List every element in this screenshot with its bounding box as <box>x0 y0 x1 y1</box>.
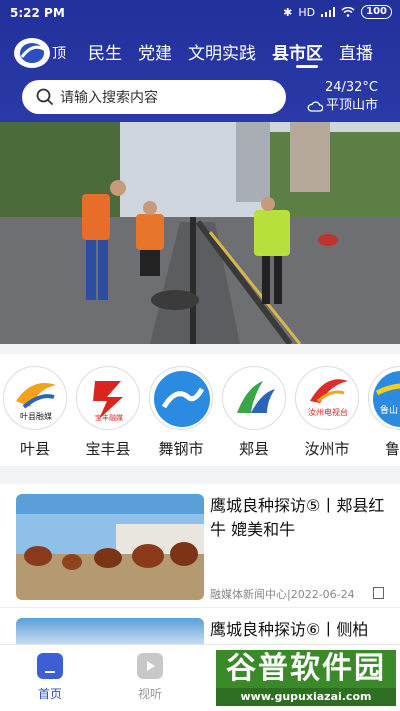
search-icon <box>36 88 54 106</box>
signal-icon <box>321 7 336 17</box>
lushan-logo-text: 鲁山 <box>379 406 398 416</box>
tab-wenming[interactable]: 文明实践 <box>180 41 264 67</box>
tab-video[interactable]: 视听 <box>120 653 180 702</box>
lushan-logo-icon: 鲁山 <box>368 366 400 430</box>
news-item[interactable]: 鹰城良种探访⑤丨郏县红牛 媲美和牛 融媒体新闻中心|2022-06-24 <box>0 484 400 608</box>
tab-county[interactable]: 县市区 <box>264 41 331 67</box>
banner-image[interactable] <box>0 122 400 344</box>
channel-name: 舞钢市 <box>158 440 204 458</box>
channel-baofeng[interactable]: 宝丰融媒 宝丰县 <box>75 366 141 459</box>
baofeng-logo-icon: 宝丰融媒 <box>76 366 140 430</box>
top-nav: 顶 民生 党建 文明实践 县市区 直播 <box>0 35 400 73</box>
active-tab-indicator <box>296 65 318 68</box>
home-icon <box>37 653 63 679</box>
battery-icon: 100 <box>361 5 392 19</box>
logo-text: 顶 <box>52 46 66 62</box>
ruzhou-logo-icon: 汝州电视台 <box>295 366 359 430</box>
document-icon <box>373 587 384 599</box>
channel-name: 叶县 <box>19 440 50 458</box>
network-type: HD <box>298 5 316 19</box>
app-header: 5:22 PM ✱ HD 100 顶 民生 党建 文明实践 县市区 直播 请输入… <box>0 0 400 122</box>
tv-icon <box>137 653 163 679</box>
watermark: 谷普软件园 www.gupuxiazai.com <box>216 650 396 708</box>
channel-ruzhou[interactable]: 汝州电视台 汝州市 <box>294 366 360 459</box>
yexian-logo-icon: 叶县融媒 <box>3 366 67 430</box>
news-title: 鹰城良种探访⑥丨侧柏 <box>210 620 369 639</box>
news-title: 鹰城良种探访⑤丨郏县红牛 媲美和牛 <box>210 496 385 539</box>
tab-video-label: 视听 <box>137 687 162 701</box>
nav-tabs: 民生 党建 文明实践 县市区 直播 <box>80 41 381 67</box>
cloud-icon <box>307 100 323 112</box>
news-thumbnail <box>16 618 204 644</box>
status-icons: ✱ HD 100 <box>283 5 392 19</box>
app-logo[interactable]: 顶 <box>12 35 66 71</box>
status-bar: 5:22 PM ✱ HD 100 <box>0 0 400 26</box>
weather-location: 平顶山市 <box>325 98 378 113</box>
news-thumbnail <box>16 494 204 600</box>
wugang-logo-icon <box>149 366 213 430</box>
tab-dangjian[interactable]: 党建 <box>130 41 180 67</box>
baofeng-logo-text: 宝丰融媒 <box>95 414 123 422</box>
channel-name: 汝州市 <box>304 440 350 458</box>
county-channels: 叶县融媒 叶县 宝丰融媒 宝丰县 舞钢市 郏县 汝州电视台 汝州市 鲁山 鲁 <box>0 354 400 466</box>
weather-temperature: 24/32°C <box>324 80 378 95</box>
channel-wugang[interactable]: 舞钢市 <box>148 366 214 459</box>
channel-lushan[interactable]: 鲁山 鲁山 <box>367 366 400 459</box>
yexian-logo-text: 叶县融媒 <box>20 412 52 421</box>
tab-minsheng[interactable]: 民生 <box>80 41 130 67</box>
channel-yexian[interactable]: 叶县融媒 叶县 <box>2 366 68 459</box>
channel-name: 宝丰县 <box>85 440 131 458</box>
search-bar[interactable]: 请输入搜索内容 <box>22 80 286 114</box>
search-placeholder: 请输入搜索内容 <box>60 90 158 106</box>
watermark-brand: 谷普软件园 <box>216 650 396 688</box>
watermark-url: www.gupuxiazai.com <box>216 688 396 706</box>
news-item[interactable]: 鹰城良种探访⑥丨侧柏 <box>0 608 400 644</box>
weather-widget[interactable]: 24/32°C 平顶山市 <box>307 79 378 115</box>
wifi-icon <box>341 7 355 17</box>
channel-name: 郏县 <box>238 440 269 458</box>
bluetooth-icon: ✱ <box>283 5 293 19</box>
tab-home[interactable]: 首页 <box>20 653 80 702</box>
news-source: 融媒体新闻中心 <box>210 588 287 601</box>
news-date: 2022-06-24 <box>290 588 355 601</box>
news-meta: 融媒体新闻中心|2022-06-24 <box>210 586 355 602</box>
channel-jiaxian[interactable]: 郏县 <box>221 366 287 459</box>
jiaxian-logo-icon <box>222 366 286 430</box>
status-time: 5:22 PM <box>10 6 65 20</box>
tab-home-label: 首页 <box>37 687 62 701</box>
news-list: 鹰城良种探访⑤丨郏县红牛 媲美和牛 融媒体新闻中心|2022-06-24 鹰城良… <box>0 484 400 644</box>
channel-name: 鲁山 <box>384 440 400 458</box>
ruzhou-logo-text: 汝州电视台 <box>308 408 348 417</box>
tab-live[interactable]: 直播 <box>331 41 381 67</box>
